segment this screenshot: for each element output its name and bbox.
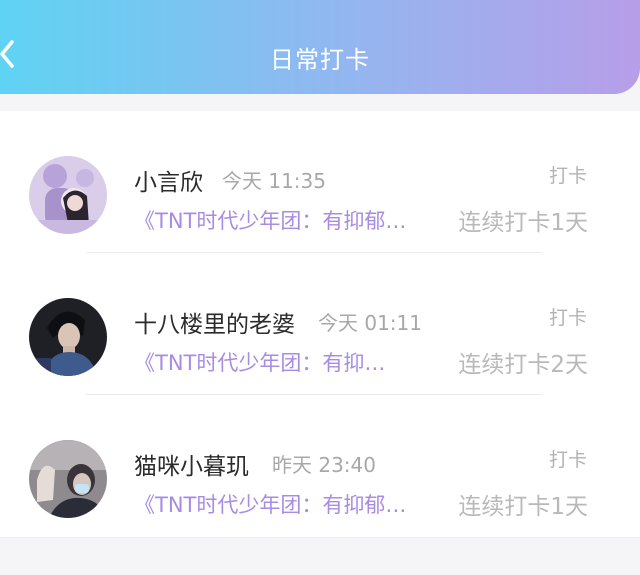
- checkin-list: 小言欣 今天 11:35 打卡 《TNT时代少年团：有抑郁… 连续打卡1天 十八…: [0, 111, 640, 537]
- avatar[interactable]: [29, 440, 107, 518]
- group-link[interactable]: 《TNT时代少年团：有抑郁…: [134, 489, 439, 519]
- header-bar: 日常打卡: [0, 0, 640, 94]
- checkin-button[interactable]: 打卡: [549, 303, 587, 330]
- checkin-button[interactable]: 打卡: [549, 445, 587, 472]
- streak-count: 连续打卡1天: [458, 494, 588, 520]
- divider: [0, 537, 640, 538]
- streak-count: 连续打卡1天: [458, 210, 588, 236]
- user-name[interactable]: 十八楼里的老婆: [134, 305, 295, 339]
- group-link[interactable]: 《TNT时代少年团：有抑…: [134, 347, 416, 377]
- streak-count: 连续打卡2天: [458, 352, 588, 378]
- avatar[interactable]: [29, 298, 107, 376]
- list-item[interactable]: 小言欣 今天 11:35 打卡 《TNT时代少年团：有抑郁… 连续打卡1天: [0, 111, 640, 251]
- avatar[interactable]: [29, 156, 107, 234]
- checkin-button[interactable]: 打卡: [549, 161, 587, 188]
- user-name[interactable]: 小言欣: [134, 163, 203, 197]
- user-name[interactable]: 猫咪小暮玑: [134, 447, 249, 481]
- list-item[interactable]: 猫咪小暮玑 昨天 23:40 打卡 《TNT时代少年团：有抑郁… 连续打卡1天: [0, 395, 640, 535]
- list-item[interactable]: 十八楼里的老婆 今天 01:11 打卡 《TNT时代少年团：有抑… 连续打卡2天: [0, 253, 640, 393]
- checkin-time: 今天 01:11: [318, 311, 422, 335]
- checkin-time: 昨天 23:40: [272, 453, 376, 477]
- page-title: 日常打卡: [270, 46, 370, 74]
- group-link[interactable]: 《TNT时代少年团：有抑郁…: [134, 205, 439, 235]
- checkin-time: 今天 11:35: [222, 169, 326, 193]
